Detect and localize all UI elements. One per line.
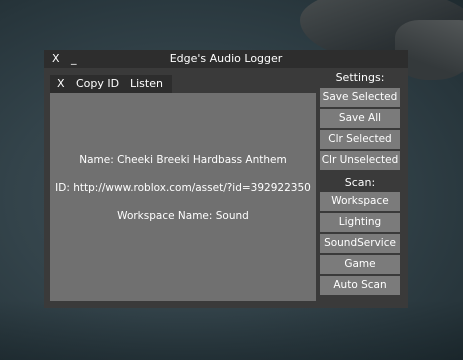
background-shadow — [0, 300, 463, 360]
sound-name-text: Name: Cheeki Breeki Hardbass Anthem — [79, 154, 287, 166]
window-minimize-button[interactable]: _ — [71, 52, 77, 66]
save-all-button[interactable]: Save All — [320, 109, 400, 128]
clear-selected-button[interactable]: Clr Selected — [320, 130, 400, 149]
workspace-name-text: Workspace Name: Sound — [117, 210, 249, 222]
details-toolbar: X Copy ID Listen — [50, 75, 172, 93]
settings-header: Settings: — [335, 71, 385, 84]
audio-logger-window: X _ Edge's Audio Logger X Copy ID Listen… — [44, 50, 408, 308]
copy-id-button[interactable]: Copy ID — [76, 77, 119, 91]
window-close-button[interactable]: X — [52, 52, 60, 66]
sound-id-text: ID: http://www.roblox.com/asset/?id=3929… — [55, 182, 311, 194]
scan-workspace-button[interactable]: Workspace — [320, 192, 400, 211]
window-title: Edge's Audio Logger — [169, 52, 283, 65]
clear-unselected-button[interactable]: Clr Unselected — [320, 151, 400, 170]
title-bar[interactable]: X _ Edge's Audio Logger — [44, 50, 408, 68]
save-selected-button[interactable]: Save Selected — [320, 88, 400, 107]
auto-scan-button[interactable]: Auto Scan — [320, 276, 400, 295]
sound-details-panel: Name: Cheeki Breeki Hardbass Anthem ID: … — [50, 93, 316, 301]
scan-lighting-button[interactable]: Lighting — [320, 213, 400, 232]
scan-game-button[interactable]: Game — [320, 255, 400, 274]
listen-button[interactable]: Listen — [130, 77, 163, 91]
details-close-button[interactable]: X — [57, 77, 65, 91]
scan-header: Scan: — [344, 176, 376, 189]
scan-soundservice-button[interactable]: SoundService — [320, 234, 400, 253]
